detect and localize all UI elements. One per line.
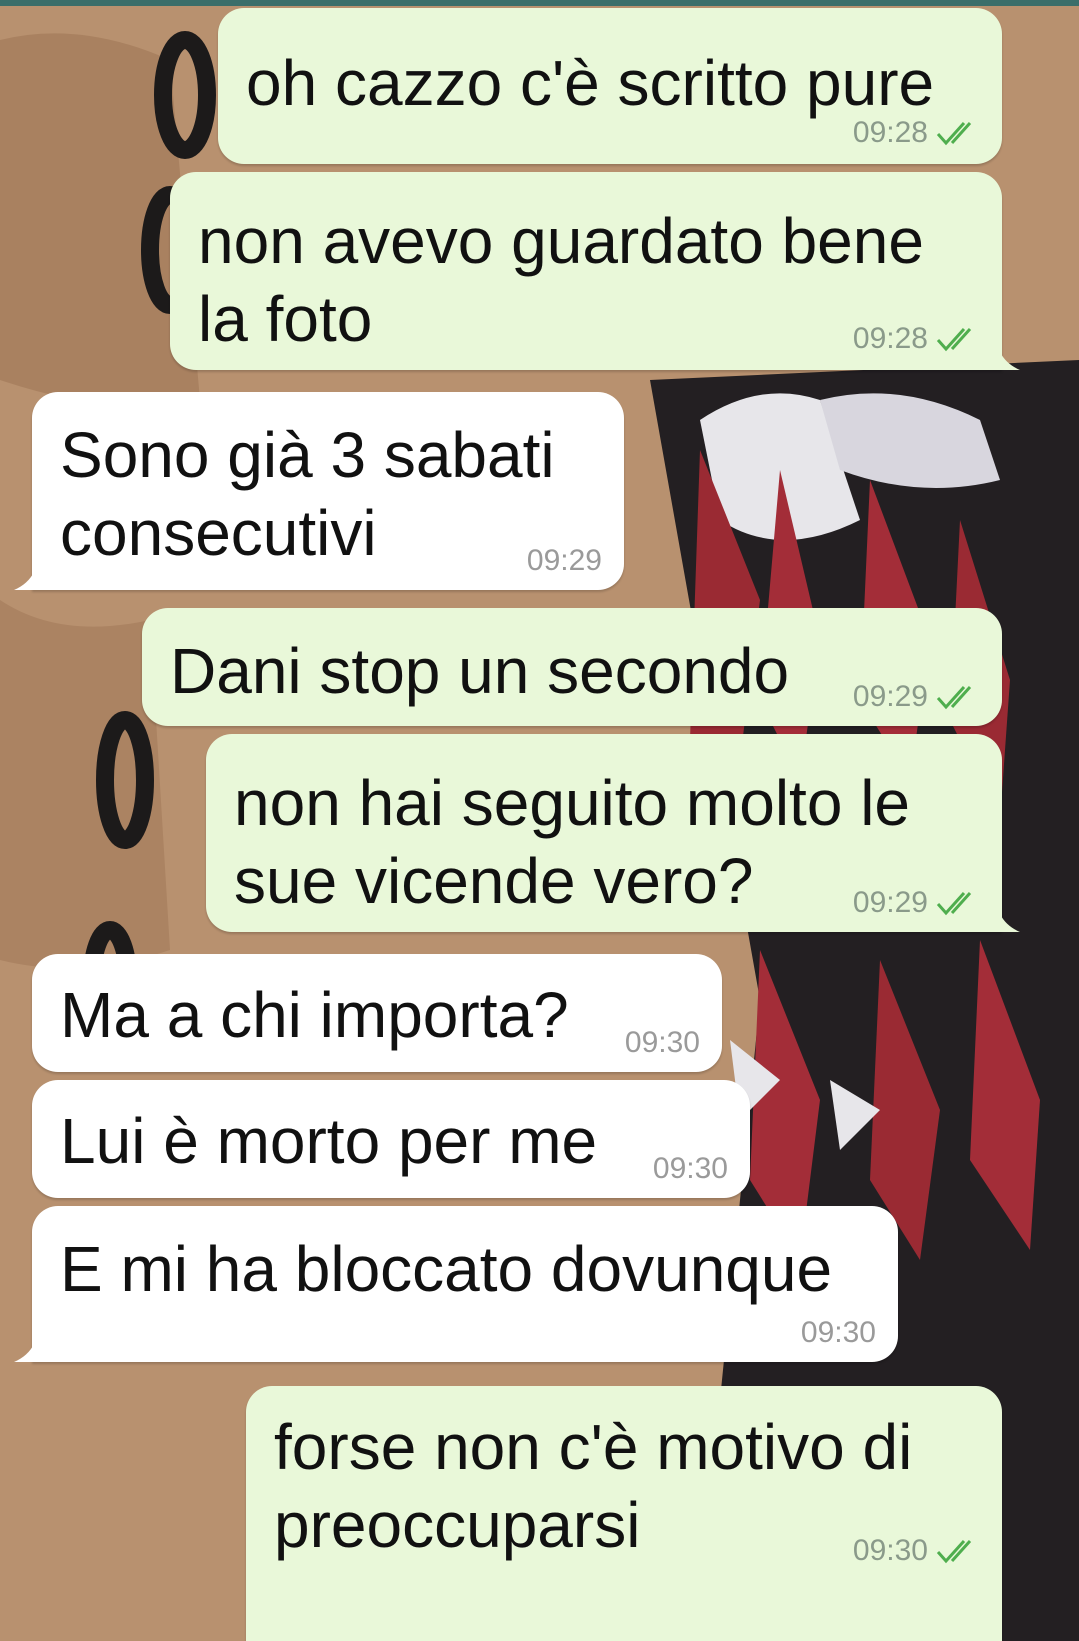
message-meta: 09:29 [527, 546, 602, 576]
message-bubble-incoming[interactable]: Ma a chi importa? 09:30 [32, 954, 722, 1072]
bubble-tail [14, 572, 34, 590]
message-time: 09:30 [800, 1316, 876, 1349]
message-bubble-outgoing[interactable]: Dani stop un secondo 09:29 [142, 608, 1002, 726]
message-text-line: la foto [198, 283, 373, 355]
message-time: 09:30 [652, 1152, 728, 1185]
message-text-line: sue vicende vero? [234, 845, 754, 917]
message-text-line: consecutivi [60, 497, 377, 569]
message-time: 09:30 [624, 1026, 700, 1059]
message-bubble-outgoing[interactable]: forse non c'è motivo di preoccuparsi 09:… [246, 1386, 1002, 1641]
message-time: 09:30 [852, 1534, 928, 1567]
message-text-line: non hai seguito molto le [234, 767, 910, 839]
message-text: Lui è morto per me [60, 1105, 598, 1177]
message-bubble-outgoing[interactable]: non hai seguito molto le sue vicende ver… [206, 734, 1002, 932]
message-time: 09:28 [852, 322, 928, 355]
double-check-icon [936, 327, 972, 352]
message-text-line: non avevo guardato bene [198, 205, 924, 277]
double-check-icon [936, 891, 972, 916]
message-text: Dani stop un secondo [170, 635, 790, 707]
double-check-icon [936, 1539, 972, 1564]
message-meta: 09:30 [625, 1028, 700, 1058]
message-meta: 09:30 [853, 1536, 984, 1566]
message-meta: 09:28 [853, 118, 984, 148]
message-time: 09:28 [852, 116, 928, 149]
message-text: E mi ha bloccato dovunque [60, 1233, 833, 1305]
message-bubble-outgoing[interactable]: non avevo guardato bene la foto 09:28 [170, 172, 1002, 370]
message-meta: 09:29 [853, 682, 984, 712]
double-check-icon [936, 121, 972, 146]
message-meta: 09:30 [801, 1318, 876, 1348]
message-time: 09:29 [852, 680, 928, 713]
double-check-icon [936, 685, 972, 710]
message-bubble-incoming[interactable]: Sono già 3 sabati consecutivi 09:29 [32, 392, 624, 590]
message-meta: 09:28 [853, 324, 984, 354]
bubble-tail [1000, 914, 1020, 932]
bubble-tail [1000, 352, 1020, 370]
message-bubble-incoming[interactable]: Lui è morto per me 09:30 [32, 1080, 750, 1198]
message-text-line: forse non c'è motivo di [274, 1411, 913, 1483]
message-text: Ma a chi importa? [60, 979, 569, 1051]
bubble-tail [14, 1344, 34, 1362]
message-text-line: Sono già 3 sabati [60, 419, 555, 491]
message-text: oh cazzo c'è scritto pure [246, 47, 935, 119]
message-bubble-outgoing[interactable]: oh cazzo c'è scritto pure 09:28 [218, 8, 1002, 164]
message-time: 09:29 [852, 886, 928, 919]
message-text-line: preoccuparsi [274, 1489, 641, 1561]
message-meta: 09:29 [853, 888, 984, 918]
message-bubble-incoming[interactable]: E mi ha bloccato dovunque 09:30 [32, 1206, 898, 1362]
message-time: 09:29 [526, 544, 602, 577]
message-meta: 09:30 [653, 1154, 728, 1184]
